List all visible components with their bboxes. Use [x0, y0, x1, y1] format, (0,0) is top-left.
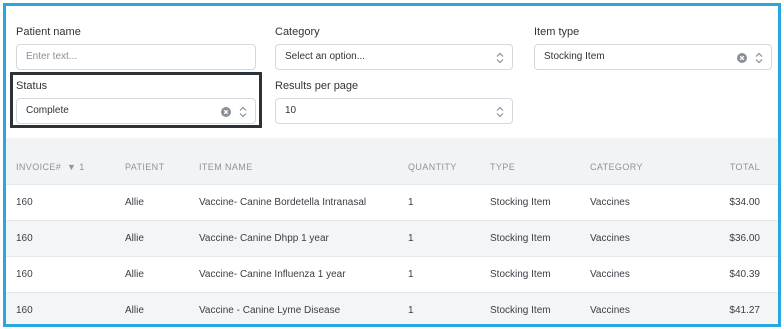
- category-label: Category: [275, 26, 320, 38]
- results-per-page-filter: Results per page 10: [275, 80, 513, 124]
- cell-patient: Allie: [125, 197, 144, 208]
- table-row[interactable]: 160 Allie Vaccine- Canine Influenza 1 ye…: [6, 256, 778, 292]
- item-type-label: Item type: [534, 26, 580, 38]
- chevron-up-down-icon: [496, 106, 504, 118]
- cell-total: $40.39: [729, 269, 760, 280]
- column-header-invoice[interactable]: INVOICE#: [16, 162, 61, 172]
- patient-name-input[interactable]: Enter text...: [16, 44, 256, 70]
- patient-name-label: Patient name: [16, 26, 81, 38]
- cell-item-name: Vaccine- Canine Bordetella Intranasal: [199, 197, 367, 208]
- filter-panel: Patient name Enter text... Category Sele…: [6, 6, 778, 138]
- table-row[interactable]: 160 Allie Vaccine - Canine Lyme Disease …: [6, 292, 778, 324]
- cell-item-name: Vaccine- Canine Influenza 1 year: [199, 269, 346, 280]
- cell-invoice: 160: [16, 197, 33, 208]
- chevron-up-down-icon: [496, 52, 504, 64]
- status-highlight-box: [10, 72, 262, 128]
- cell-patient: Allie: [125, 233, 144, 244]
- results-per-page-label: Results per page: [275, 80, 359, 92]
- chevron-up-down-icon: [755, 52, 763, 64]
- cell-category: Vaccines: [590, 269, 630, 280]
- patient-name-filter: Patient name Enter text...: [16, 26, 256, 70]
- cell-type: Stocking Item: [490, 197, 551, 208]
- cell-quantity: 1: [408, 233, 414, 244]
- cell-patient: Allie: [125, 269, 144, 280]
- cell-invoice: 160: [16, 305, 33, 316]
- item-type-filter: Item type Stocking Item: [534, 26, 772, 70]
- item-type-select[interactable]: Stocking Item: [534, 44, 772, 70]
- category-select[interactable]: Select an option...: [275, 44, 513, 70]
- item-type-select-value: Stocking Item: [544, 51, 605, 62]
- cell-type: Stocking Item: [490, 305, 551, 316]
- column-header-patient[interactable]: PATIENT: [125, 162, 164, 172]
- cell-patient: Allie: [125, 305, 144, 316]
- cell-category: Vaccines: [590, 233, 630, 244]
- column-header-total[interactable]: TOTAL: [730, 162, 760, 172]
- category-filter: Category Select an option...: [275, 26, 513, 70]
- cell-invoice: 160: [16, 233, 33, 244]
- column-header-type[interactable]: TYPE: [490, 162, 515, 172]
- cell-category: Vaccines: [590, 197, 630, 208]
- cell-quantity: 1: [408, 269, 414, 280]
- cell-quantity: 1: [408, 305, 414, 316]
- results-table: INVOICE# ▼ 1 PATIENT ITEM NAME QUANTITY …: [6, 138, 778, 324]
- cell-total: $41.27: [729, 305, 760, 316]
- report-frame: Patient name Enter text... Category Sele…: [3, 3, 781, 327]
- column-header-category[interactable]: CATEGORY: [590, 162, 643, 172]
- cell-quantity: 1: [408, 197, 414, 208]
- cell-total: $36.00: [729, 233, 760, 244]
- sort-indicator[interactable]: ▼ 1: [67, 162, 85, 172]
- column-header-item-name[interactable]: ITEM NAME: [199, 162, 253, 172]
- cell-item-name: Vaccine - Canine Lyme Disease: [199, 305, 341, 316]
- results-per-page-value: 10: [285, 105, 297, 116]
- cell-category: Vaccines: [590, 305, 630, 316]
- column-header-quantity[interactable]: QUANTITY: [408, 162, 457, 172]
- table-row[interactable]: 160 Allie Vaccine- Canine Bordetella Int…: [6, 184, 778, 220]
- cell-total: $34.00: [729, 197, 760, 208]
- results-per-page-select[interactable]: 10: [275, 98, 513, 124]
- clear-icon[interactable]: [737, 53, 747, 63]
- cell-type: Stocking Item: [490, 269, 551, 280]
- cell-invoice: 160: [16, 269, 33, 280]
- category-select-value: Select an option...: [285, 51, 366, 62]
- cell-type: Stocking Item: [490, 233, 551, 244]
- table-header: INVOICE# ▼ 1 PATIENT ITEM NAME QUANTITY …: [6, 148, 778, 184]
- cell-item-name: Vaccine- Canine Dhpp 1 year: [199, 233, 329, 244]
- table-row[interactable]: 160 Allie Vaccine- Canine Dhpp 1 year 1 …: [6, 220, 778, 256]
